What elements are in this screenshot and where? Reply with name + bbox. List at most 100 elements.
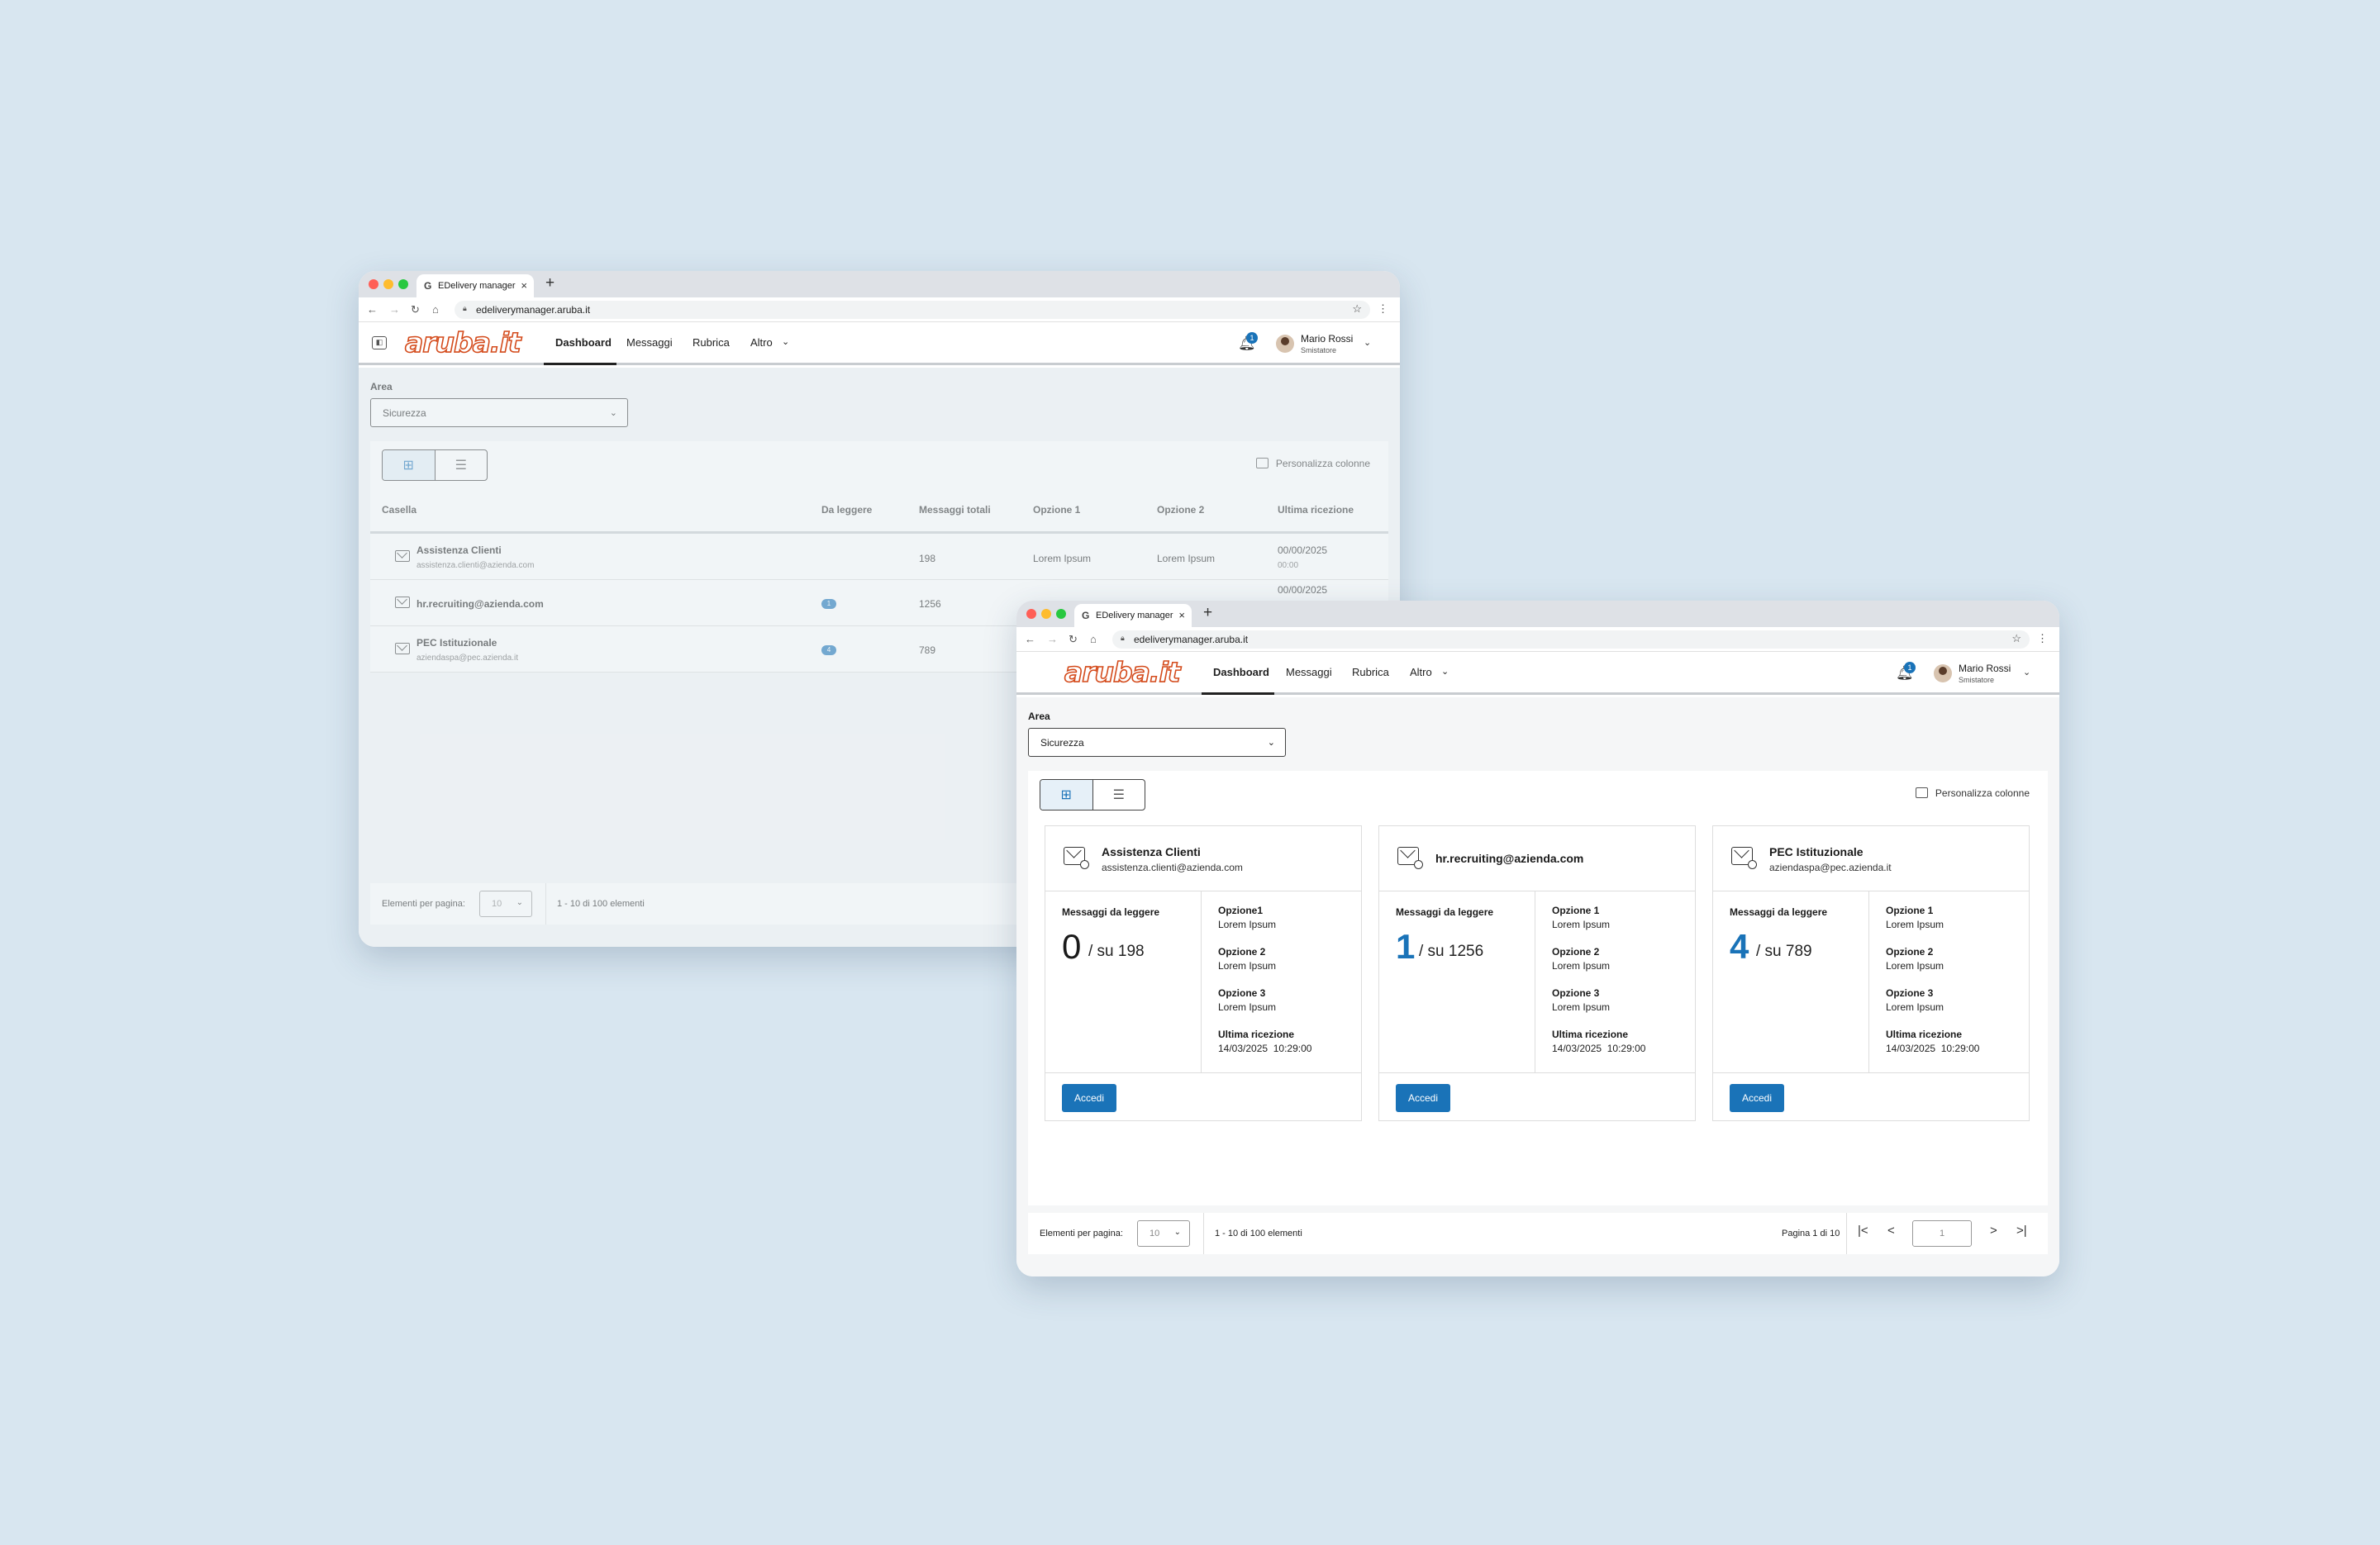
address-bar-row: ← → ↻ ⌂ 🔒︎ edeliverymanager.aruba.it ☆ ⋮: [1016, 627, 2059, 652]
browser-tab[interactable]: G EDelivery manager ×: [416, 274, 534, 297]
nav-altro[interactable]: Altro: [750, 336, 773, 349]
home-icon[interactable]: ⌂: [1090, 633, 1097, 645]
mailbox-card: hr.recruiting@azienda.com Messaggi da le…: [1378, 825, 1696, 1121]
nav-dashboard[interactable]: Dashboard: [1213, 666, 1269, 678]
minimize-window-button[interactable]: [1041, 609, 1051, 619]
grid-view-icon[interactable]: ⊞: [1040, 780, 1093, 810]
close-tab-icon[interactable]: ×: [521, 279, 527, 292]
mailbox-card: Assistenza Clienti assistenza.clienti@az…: [1045, 825, 1362, 1121]
tab-bar: G EDelivery manager × +: [359, 271, 1400, 297]
area-select[interactable]: Sicurezza ⌄: [1028, 728, 1286, 757]
range-text: 1 - 10 di 100 elementi: [1215, 1229, 1302, 1238]
unread-count: 0: [1062, 927, 1082, 966]
personalizza-colonne-button[interactable]: Personalizza colonne: [1915, 787, 2030, 799]
reload-icon[interactable]: ↻: [1069, 633, 1078, 646]
browser-tab[interactable]: G EDelivery manager ×: [1074, 604, 1192, 627]
tab-bar: G EDelivery manager × +: [1016, 601, 2059, 627]
card-email: assistenza.clienti@azienda.com: [1102, 862, 1243, 873]
back-icon[interactable]: ←: [367, 303, 378, 316]
home-icon[interactable]: ⌂: [432, 303, 439, 316]
nav-rubrica[interactable]: Rubrica: [1352, 666, 1389, 678]
opt1-label: Opzione 1: [1886, 905, 1934, 916]
forward-icon[interactable]: →: [389, 303, 400, 316]
url-field[interactable]: 🔒︎ edeliverymanager.aruba.it: [455, 301, 1370, 319]
avatar[interactable]: [1934, 664, 1952, 682]
address-bar-row: ← → ↻ ⌂ 🔒︎ edeliverymanager.aruba.it ☆ ⋮: [359, 297, 1400, 322]
accedi-button[interactable]: Accedi: [1730, 1084, 1784, 1112]
maximize-window-button[interactable]: [1056, 609, 1066, 619]
area-select-value: Sicurezza: [1040, 737, 1084, 749]
chevron-down-icon[interactable]: ⌄: [782, 336, 789, 347]
per-page-label: Elementi per pagina:: [1040, 1229, 1123, 1238]
user-name[interactable]: Mario Rossi: [1959, 663, 2011, 674]
user-menu-chevron-icon[interactable]: ⌄: [2023, 667, 2030, 677]
card-footer: Accedi: [1379, 1072, 1695, 1120]
chevron-down-icon: ⌄: [1267, 738, 1275, 748]
url-field[interactable]: 🔒︎ edeliverymanager.aruba.it: [1112, 630, 2030, 649]
browser-window-card-view: G EDelivery manager × + ← → ↻ ⌂ 🔒︎ edeli…: [1016, 601, 2059, 1276]
close-window-button[interactable]: [369, 279, 378, 289]
notification-badge: 1: [1246, 332, 1258, 344]
maximize-window-button[interactable]: [398, 279, 408, 289]
app-header: ◧ aruba.it Dashboard Messaggi Rubrica Al…: [359, 322, 1400, 365]
tab-title: EDelivery manager: [1096, 611, 1173, 620]
per-page-select[interactable]: 10 ⌄: [1137, 1220, 1190, 1247]
tab-title: EDelivery manager: [438, 281, 516, 291]
kebab-icon[interactable]: ⋮: [1378, 302, 1388, 316]
unread-section: Messaggi da leggere 0 / su 198: [1045, 891, 1202, 1072]
last-page-icon[interactable]: >|: [2016, 1224, 2027, 1238]
options-section: Opzione 1 Lorem Ipsum Opzione 2 Lorem Ip…: [1869, 891, 2029, 1072]
opt2-label: Opzione 2: [1218, 946, 1266, 958]
star-icon[interactable]: ☆: [1352, 302, 1362, 316]
close-tab-icon[interactable]: ×: [1178, 609, 1185, 621]
nav-messaggi[interactable]: Messaggi: [626, 336, 673, 349]
new-tab-button[interactable]: +: [1203, 604, 1212, 622]
first-page-icon[interactable]: |<: [1858, 1224, 1868, 1238]
nav-rubrica[interactable]: Rubrica: [693, 336, 730, 349]
back-icon[interactable]: ←: [1025, 633, 1035, 645]
personalizza-label: Personalizza colonne: [1935, 787, 2030, 799]
sidebar-toggle-icon[interactable]: ◧: [372, 336, 387, 349]
card-title: hr.recruiting@azienda.com: [1435, 852, 1584, 865]
page-input[interactable]: 1: [1912, 1220, 1972, 1247]
google-icon: G: [1082, 610, 1090, 621]
last-value: 14/03/2025 10:29:00: [1218, 1043, 1312, 1054]
opt2-value: Lorem Ipsum: [1552, 960, 1611, 972]
avatar[interactable]: [1276, 335, 1294, 353]
opt3-value: Lorem Ipsum: [1552, 1001, 1611, 1013]
user-name[interactable]: Mario Rossi: [1301, 333, 1353, 345]
reload-icon[interactable]: ↻: [411, 303, 420, 316]
accedi-button[interactable]: Accedi: [1062, 1084, 1116, 1112]
user-role: Smistatore: [1959, 676, 1995, 684]
chevron-down-icon[interactable]: ⌄: [1441, 666, 1449, 677]
view-toggle: ⊞ ☰: [1040, 779, 1145, 811]
options-section: Opzione 1 Lorem Ipsum Opzione 2 Lorem Ip…: [1535, 891, 1695, 1072]
last-value: 14/03/2025 10:29:00: [1886, 1043, 1980, 1054]
nav-altro[interactable]: Altro: [1410, 666, 1432, 678]
minimize-window-button[interactable]: [383, 279, 393, 289]
divider: [1846, 1213, 1847, 1254]
list-view-icon[interactable]: ☰: [1093, 780, 1145, 810]
mailbox-card: PEC Istituzionale aziendaspa@pec.azienda…: [1712, 825, 2030, 1121]
opt1-value: Lorem Ipsum: [1886, 919, 1944, 930]
last-label: Ultima ricezione: [1218, 1029, 1295, 1040]
accedi-button[interactable]: Accedi: [1396, 1084, 1450, 1112]
next-page-icon[interactable]: >: [1990, 1224, 1997, 1238]
total-count: / su 1256: [1419, 943, 1484, 960]
user-menu-chevron-icon[interactable]: ⌄: [1364, 337, 1371, 348]
opt2-value: Lorem Ipsum: [1218, 960, 1277, 972]
main-content: Area Sicurezza ⌄ ⊞ ☰ Personalizza colonn…: [1016, 697, 2059, 1276]
kebab-icon[interactable]: ⋮: [2037, 632, 2048, 645]
nav-dashboard[interactable]: Dashboard: [555, 336, 612, 349]
new-tab-button[interactable]: +: [545, 274, 555, 292]
nav-messaggi[interactable]: Messaggi: [1286, 666, 1332, 678]
active-tab-underline: [1202, 692, 1274, 695]
prev-page-icon[interactable]: <: [1887, 1224, 1895, 1238]
opt1-value: Lorem Ipsum: [1552, 919, 1611, 930]
close-window-button[interactable]: [1026, 609, 1036, 619]
last-value: 14/03/2025 10:29:00: [1552, 1043, 1646, 1054]
star-icon[interactable]: ☆: [2011, 632, 2021, 645]
forward-icon[interactable]: →: [1047, 633, 1058, 645]
lock-icon: 🔒︎: [1121, 634, 1125, 642]
total-count: / su 789: [1756, 943, 1812, 960]
